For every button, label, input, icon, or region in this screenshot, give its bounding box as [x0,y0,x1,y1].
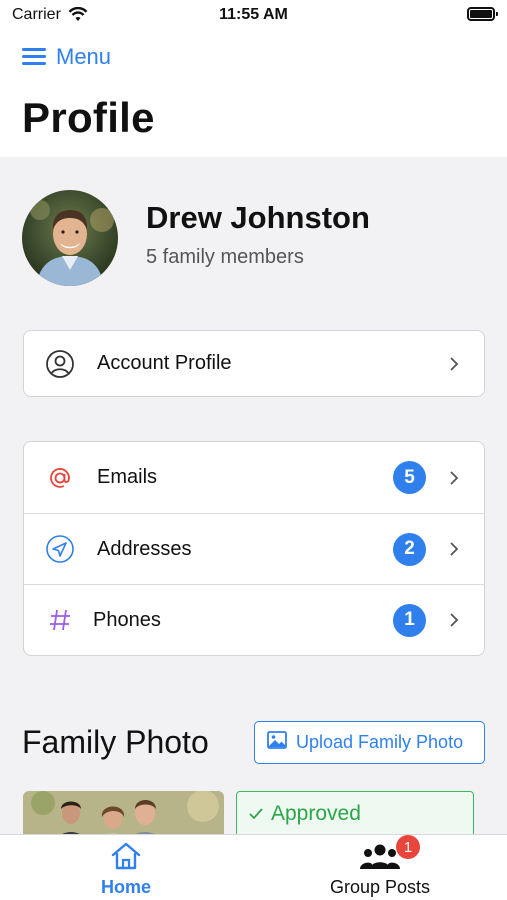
chevron-right-icon [446,541,462,557]
emails-label: Emails [97,466,158,488]
checkmark-icon [249,802,263,826]
profile-name: Drew Johnston [146,199,370,235]
addresses-count-badge: 2 [393,532,426,566]
contact-card: Emails 5 Addresses 2 Phones 1 [23,441,485,656]
approved-status-badge: Approved [236,791,474,837]
phones-label: Phones [93,608,161,631]
clock: 11:55 AM [219,6,288,23]
emails-row[interactable]: Emails 5 [24,442,484,513]
hash-icon [45,605,75,635]
upload-family-photo-label: Upload Family Photo [296,732,464,752]
chevron-right-icon [446,356,462,372]
header-area: Carrier 11:55 AM Menu Profile [0,0,507,157]
navigation-arrow-icon [45,534,75,564]
tab-group-posts-label: Group Posts [329,877,431,897]
menu-label: Menu [56,44,112,69]
user-circle-icon [45,349,75,379]
profile-info: Drew Johnston 5 family members [146,200,370,269]
chevron-right-icon [446,612,462,628]
upload-family-photo-button[interactable]: Upload Family Photo [254,721,485,764]
page-title: Profile [22,94,155,141]
account-card: Account Profile [23,330,485,397]
family-members-count: 5 family members [146,245,304,268]
menu-button[interactable]: Menu [22,44,111,70]
users-group-icon: 1 [280,835,480,873]
emails-count-badge: 5 [393,461,426,494]
avatar [22,190,118,286]
addresses-row[interactable]: Addresses 2 [24,513,484,584]
chevron-right-icon [446,470,462,486]
account-profile-label: Account Profile [97,352,232,374]
tab-bar: Home 1 Group Posts [0,834,507,900]
battery-icon [467,7,498,21]
family-photo-title: Family Photo [22,724,209,760]
hamburger-icon [22,48,46,66]
profile-header: Drew Johnston 5 family members [22,190,370,286]
phones-count-badge: 1 [393,603,426,637]
home-icon [26,839,226,873]
addresses-label: Addresses [97,537,192,560]
at-icon [45,463,75,493]
tab-home-label: Home [100,877,151,897]
image-icon [267,731,287,754]
account-profile-row[interactable]: Account Profile [24,331,484,396]
tab-group-posts[interactable]: 1 Group Posts [280,835,480,898]
tab-home[interactable]: Home [26,839,226,898]
group-posts-notification-badge: 1 [396,835,420,859]
phones-row[interactable]: Phones 1 [24,584,484,655]
approved-label: Approved [271,802,361,825]
status-bar: Carrier 11:55 AM [0,0,507,32]
